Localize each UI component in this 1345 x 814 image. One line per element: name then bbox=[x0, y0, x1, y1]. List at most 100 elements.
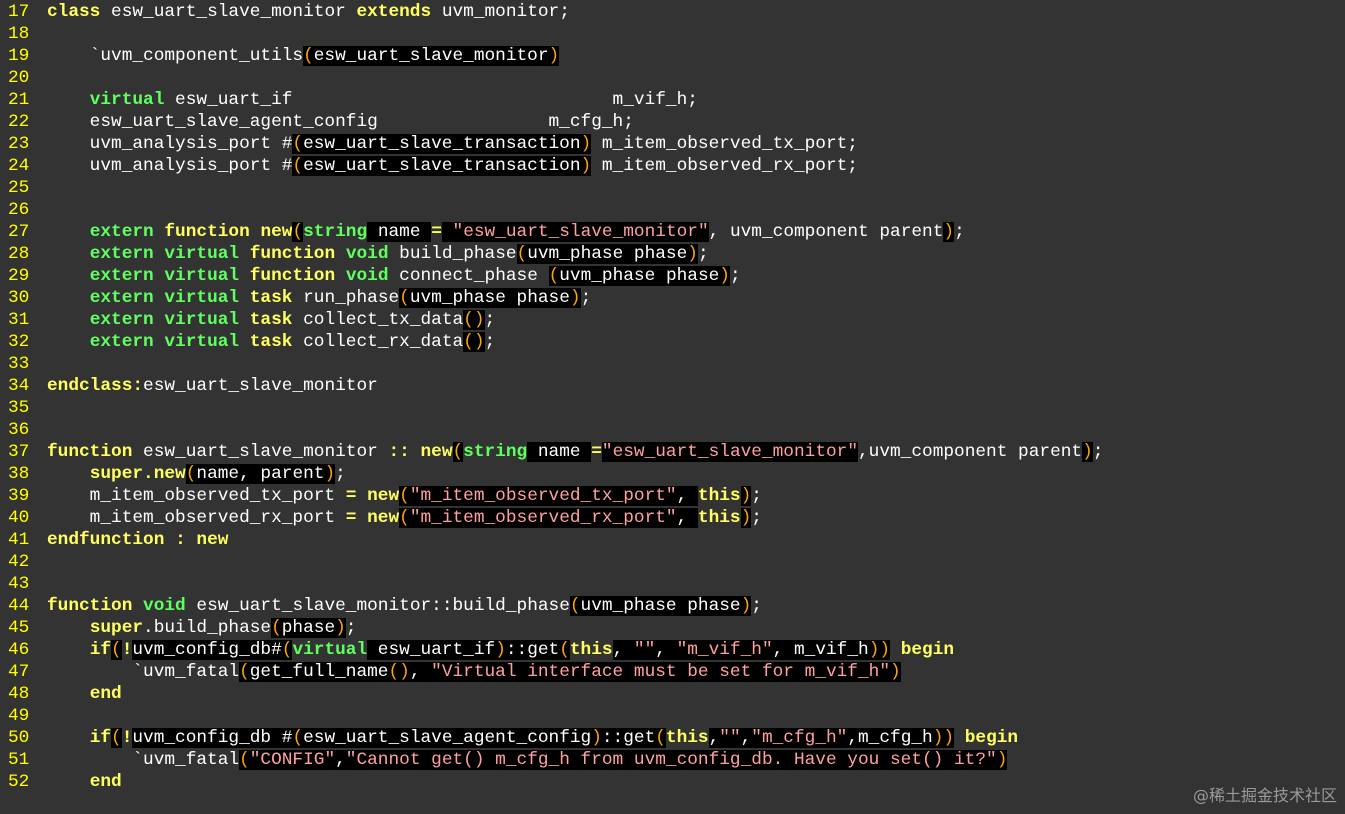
code-line[interactable]: 38 super.new(name, parent); bbox=[0, 463, 1345, 485]
code-token: ::get bbox=[601, 728, 656, 748]
code-token: connect_phase bbox=[388, 266, 549, 286]
code-token: virtual bbox=[164, 332, 240, 352]
code-token: ( bbox=[281, 640, 293, 660]
code-token: "esw_uart_slave_monitor" bbox=[452, 222, 709, 242]
code-line[interactable]: 27 extern function new(string name = "es… bbox=[0, 221, 1345, 243]
line-code: endfunction : new bbox=[47, 529, 228, 551]
line-code: m_item_observed_tx_port = new("m_item_ob… bbox=[47, 485, 762, 507]
code-token: ) bbox=[591, 728, 602, 748]
code-line[interactable]: 30 extern virtual task run_phase(uvm_pha… bbox=[0, 287, 1345, 309]
code-token: virtual bbox=[164, 244, 240, 264]
code-token: ) bbox=[580, 134, 592, 154]
code-token: end bbox=[89, 684, 122, 704]
code-line[interactable]: 18 bbox=[0, 23, 1345, 45]
code-token: task bbox=[249, 288, 293, 308]
code-token: virtual bbox=[164, 266, 240, 286]
code-token: .build_phase bbox=[143, 618, 272, 638]
code-line[interactable]: 40 m_item_observed_rx_port = new("m_item… bbox=[0, 507, 1345, 529]
code-token: ! bbox=[121, 640, 133, 660]
code-line[interactable]: 32 extern virtual task collect_rx_data()… bbox=[0, 331, 1345, 353]
code-token: ; bbox=[751, 486, 762, 506]
code-token: new bbox=[420, 442, 453, 462]
code-line[interactable]: 52 end bbox=[0, 771, 1345, 793]
code-line[interactable]: 25 bbox=[0, 177, 1345, 199]
code-token: "Virtual interface must be set for m_vif… bbox=[431, 662, 890, 682]
code-line[interactable]: 31 extern virtual task collect_tx_data()… bbox=[0, 309, 1345, 331]
line-code: extern virtual task collect_rx_data(); bbox=[47, 331, 495, 353]
code-line[interactable]: 28 extern virtual function void build_ph… bbox=[0, 243, 1345, 265]
line-number: 48 bbox=[8, 684, 30, 704]
line-number: 26 bbox=[8, 200, 30, 220]
code-token: = bbox=[345, 486, 357, 506]
code-token: this bbox=[697, 508, 741, 528]
code-line[interactable]: 43 bbox=[0, 573, 1345, 595]
code-line[interactable]: 23 uvm_analysis_port #(esw_uart_slave_tr… bbox=[0, 133, 1345, 155]
code-token: , bbox=[655, 640, 677, 660]
code-line[interactable]: 26 bbox=[0, 199, 1345, 221]
line-code: extern virtual task run_phase(uvm_phase … bbox=[47, 287, 591, 309]
code-line[interactable]: 41 endfunction : new bbox=[0, 529, 1345, 551]
code-line[interactable]: 49 bbox=[0, 705, 1345, 727]
code-line[interactable]: 17 class esw_uart_slave_monitor extends u… bbox=[0, 1, 1345, 23]
code-line[interactable]: 33 bbox=[0, 353, 1345, 375]
code-token: ; bbox=[580, 288, 592, 308]
code-line[interactable]: 50 if(!uvm_config_db #(esw_uart_slave_ag… bbox=[0, 727, 1345, 749]
line-number: 19 bbox=[8, 46, 30, 66]
code-token: build_phase bbox=[388, 244, 517, 264]
code-line[interactable]: 46 if(!uvm_config_db#(virtual esw_uart_i… bbox=[0, 639, 1345, 661]
code-line[interactable]: 19 `uvm_component_utils(esw_uart_slave_m… bbox=[0, 45, 1345, 67]
code-editor[interactable]: 17 class esw_uart_slave_monitor extends u… bbox=[0, 0, 1345, 814]
line-number: 29 bbox=[8, 266, 30, 286]
code-line[interactable]: 37 function esw_uart_slave_monitor :: new… bbox=[0, 441, 1345, 463]
code-line[interactable]: 29 extern virtual function void connect_… bbox=[0, 265, 1345, 287]
line-number: 32 bbox=[8, 332, 30, 352]
code-token: ; bbox=[729, 266, 741, 286]
code-line[interactable]: 20 bbox=[0, 67, 1345, 89]
code-line[interactable]: 45 super.build_phase(phase); bbox=[0, 617, 1345, 639]
code-line[interactable]: 22 esw_uart_slave_agent_config m_cfg_h; bbox=[0, 111, 1345, 133]
line-number: 44 bbox=[8, 596, 30, 616]
code-token: "m_cfg_h" bbox=[751, 728, 848, 748]
line-number: 38 bbox=[8, 464, 30, 484]
code-token: new bbox=[153, 464, 186, 484]
code-line[interactable]: 24 uvm_analysis_port #(esw_uart_slave_tr… bbox=[0, 155, 1345, 177]
code-token: ( bbox=[111, 728, 122, 748]
code-token: ) bbox=[324, 464, 336, 484]
line-number: 18 bbox=[8, 24, 30, 44]
code-line[interactable]: 36 bbox=[0, 419, 1345, 441]
code-line[interactable]: 48 end bbox=[0, 683, 1345, 705]
code-line[interactable]: 42 bbox=[0, 551, 1345, 573]
code-token: function bbox=[249, 244, 336, 264]
code-line[interactable]: 44 function void esw_uart_slave_monitor::… bbox=[0, 595, 1345, 617]
code-token: `uvm_fatal bbox=[47, 750, 240, 770]
code-token: ) bbox=[335, 618, 346, 638]
line-number: 21 bbox=[8, 90, 30, 110]
code-token: uvm_config_db # bbox=[132, 728, 293, 748]
code-line[interactable]: 34 endclass:esw_uart_slave_monitor bbox=[0, 375, 1345, 397]
code-line[interactable]: 51 `uvm_fatal("CONFIG","Cannot get() m_c… bbox=[0, 749, 1345, 771]
code-token: esw_uart_slave_agent_config bbox=[303, 728, 592, 748]
code-token: esw_uart_if m_vif_h; bbox=[164, 90, 698, 110]
code-line[interactable]: 21 virtual esw_uart_if m_vif_h; bbox=[0, 89, 1345, 111]
code-line[interactable]: 35 bbox=[0, 397, 1345, 419]
code-token: extern bbox=[89, 310, 154, 330]
code-line[interactable]: 39 m_item_observed_tx_port = new("m_item… bbox=[0, 485, 1345, 507]
code-line[interactable]: 47 `uvm_fatal(get_full_name(), "Virtual … bbox=[0, 661, 1345, 683]
code-token: new bbox=[196, 530, 229, 550]
code-token: , bbox=[612, 640, 634, 660]
code-token: uvm_phase phase bbox=[409, 288, 570, 308]
code-token: uvm_analysis_port # bbox=[47, 156, 293, 176]
line-code: uvm_analysis_port #(esw_uart_slave_trans… bbox=[47, 155, 858, 177]
